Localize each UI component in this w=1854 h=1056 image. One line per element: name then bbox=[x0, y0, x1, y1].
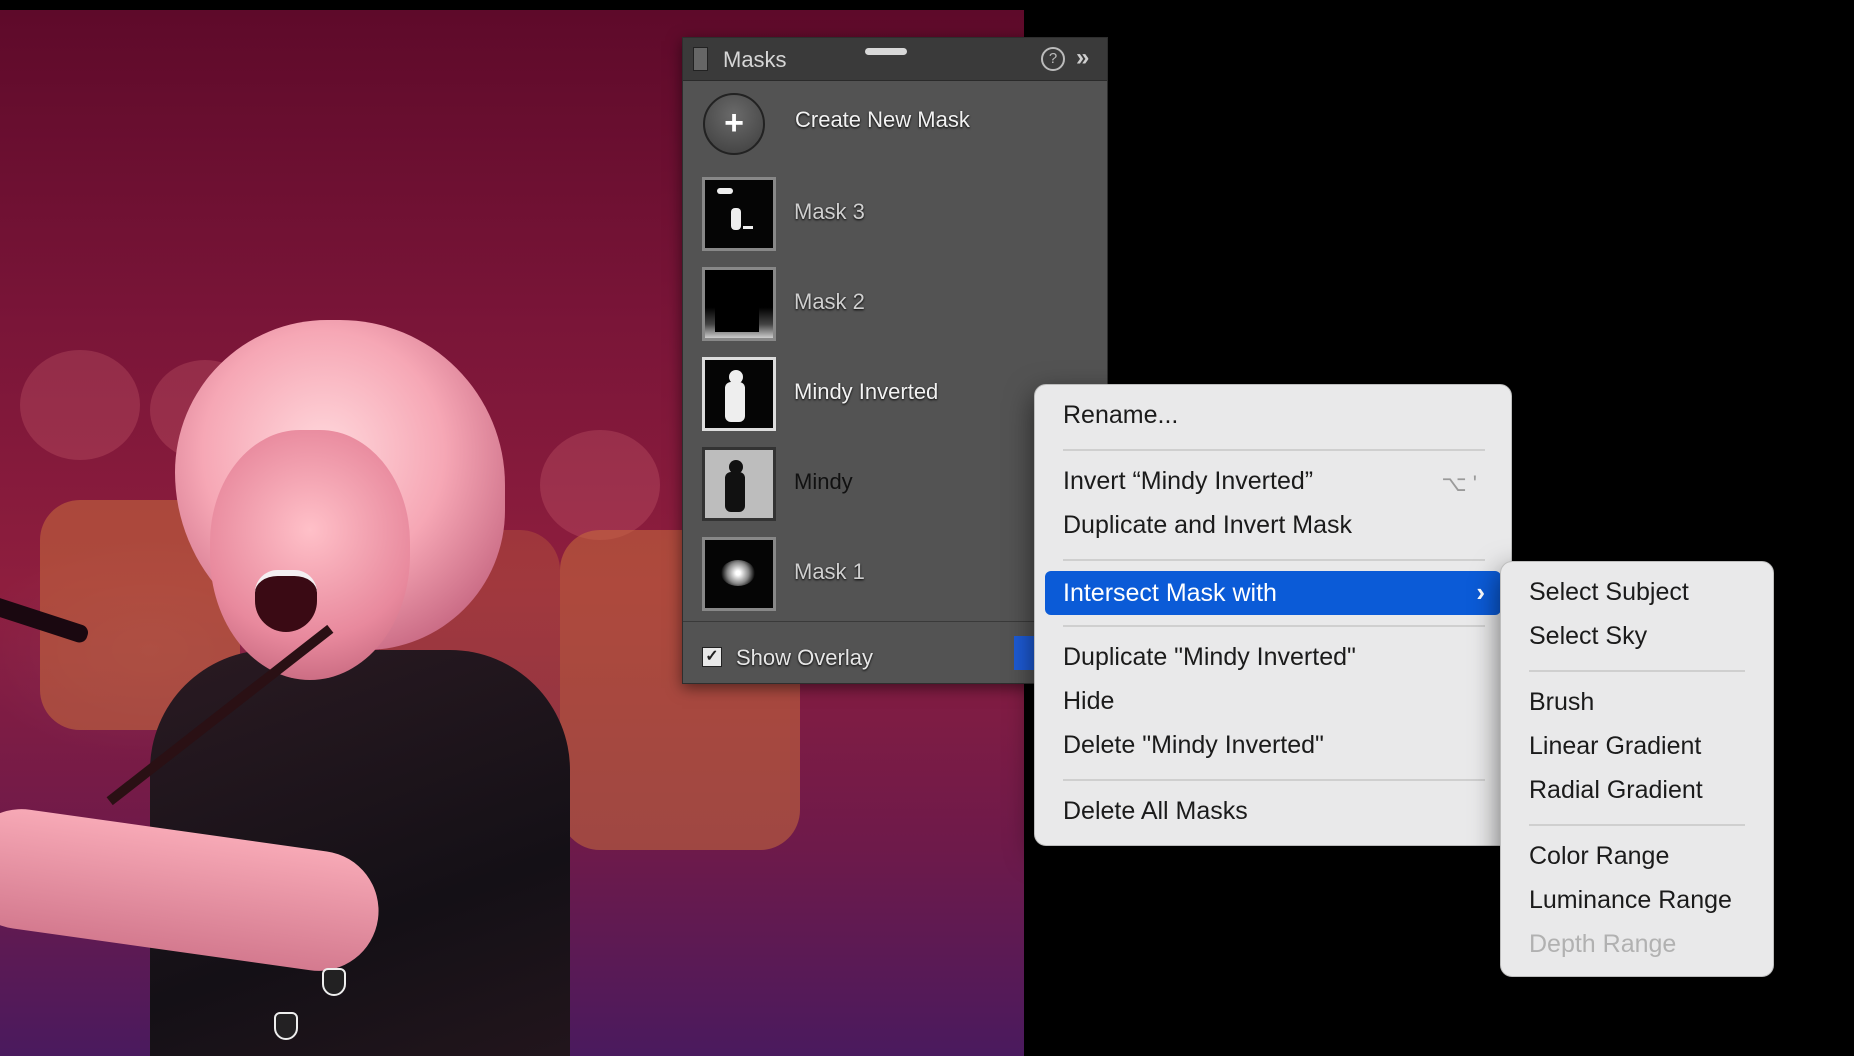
show-overlay-label: Show Overlay bbox=[736, 645, 873, 670]
mask-name: Mask 3 bbox=[794, 199, 865, 224]
thumbnail-shape bbox=[715, 276, 759, 332]
submenu-item-luminance-range[interactable]: Luminance Range bbox=[1529, 886, 1732, 915]
mask-context-menu: Rename... Invert “Mindy Inverted” ⌥ ' Du… bbox=[1034, 384, 1512, 846]
menu-separator bbox=[1529, 824, 1745, 826]
thumbnail-shape bbox=[725, 382, 745, 422]
thumbnail-shape bbox=[731, 208, 741, 230]
mask-name: Mindy bbox=[794, 469, 853, 494]
panel-toggle-icon[interactable] bbox=[693, 47, 708, 71]
thumbnail-shape bbox=[721, 560, 755, 586]
submenu-item-depth-range: Depth Range bbox=[1529, 930, 1677, 958]
chevron-right-icon: › bbox=[1476, 577, 1485, 607]
invert-shortcut: ⌥ ' bbox=[1441, 471, 1477, 496]
banner-letter bbox=[20, 350, 140, 460]
create-new-mask-button[interactable]: + bbox=[703, 93, 765, 155]
menu-separator bbox=[1063, 779, 1485, 781]
menu-separator bbox=[1063, 449, 1485, 451]
mask-thumbnail bbox=[702, 177, 776, 251]
submenu-item-color-range[interactable]: Color Range bbox=[1529, 842, 1669, 871]
submenu-item-brush[interactable]: Brush bbox=[1529, 688, 1594, 717]
mask-pin-icon[interactable] bbox=[274, 1012, 298, 1040]
menu-item-invert[interactable]: Invert “Mindy Inverted” bbox=[1063, 467, 1313, 496]
show-overlay-checkbox[interactable]: ✓ bbox=[702, 647, 722, 667]
submenu-item-linear-gradient[interactable]: Linear Gradient bbox=[1529, 732, 1701, 761]
mask-name: Mindy Inverted bbox=[794, 379, 939, 404]
thumbnail-shape bbox=[743, 226, 753, 229]
performer-mouth bbox=[255, 570, 317, 632]
menu-item-label: Intersect Mask with bbox=[1063, 579, 1277, 607]
menu-separator bbox=[1063, 625, 1485, 627]
menu-item-duplicate[interactable]: Duplicate "Mindy Inverted" bbox=[1063, 643, 1356, 672]
masks-panel-header[interactable]: Masks ? » bbox=[683, 38, 1107, 81]
create-new-mask-label: Create New Mask bbox=[795, 107, 970, 132]
mask-thumbnail bbox=[702, 357, 776, 431]
menu-item-rename[interactable]: Rename... bbox=[1063, 401, 1178, 430]
menu-item-intersect-mask-with[interactable]: Intersect Mask with › bbox=[1045, 571, 1501, 615]
create-new-mask-row[interactable]: + Create New Mask bbox=[703, 93, 1083, 163]
thumbnail-shape bbox=[725, 472, 745, 512]
mask-pin-icon[interactable] bbox=[322, 968, 346, 996]
panel-title: Masks bbox=[723, 47, 787, 72]
menu-separator bbox=[1529, 670, 1745, 672]
menu-item-hide[interactable]: Hide bbox=[1063, 687, 1114, 716]
intersect-submenu: Select Subject Select Sky Brush Linear G… bbox=[1500, 561, 1774, 977]
submenu-item-select-sky[interactable]: Select Sky bbox=[1529, 622, 1647, 651]
mask-name: Mask 1 bbox=[794, 559, 865, 584]
help-icon[interactable]: ? bbox=[1041, 47, 1065, 71]
menu-item-duplicate-and-invert[interactable]: Duplicate and Invert Mask bbox=[1063, 511, 1352, 540]
mask-thumbnail bbox=[702, 267, 776, 341]
mask-name: Mask 2 bbox=[794, 289, 865, 314]
submenu-item-select-subject[interactable]: Select Subject bbox=[1529, 578, 1689, 607]
thumbnail-shape bbox=[717, 188, 733, 194]
mask-thumbnail bbox=[702, 537, 776, 611]
submenu-item-radial-gradient[interactable]: Radial Gradient bbox=[1529, 776, 1703, 805]
mask-row-mask-3[interactable]: Mask 3 bbox=[702, 177, 1102, 253]
mask-thumbnail bbox=[702, 447, 776, 521]
mask-row-mask-2[interactable]: Mask 2 bbox=[702, 267, 1102, 343]
banner-letter bbox=[540, 430, 660, 540]
menu-separator bbox=[1063, 559, 1485, 561]
collapse-panel-icon[interactable]: » bbox=[1076, 44, 1090, 72]
menu-item-delete[interactable]: Delete "Mindy Inverted" bbox=[1063, 731, 1324, 760]
done-button[interactable] bbox=[1014, 636, 1034, 670]
menu-item-delete-all-masks[interactable]: Delete All Masks bbox=[1063, 797, 1248, 826]
drag-handle-icon[interactable] bbox=[865, 48, 907, 55]
